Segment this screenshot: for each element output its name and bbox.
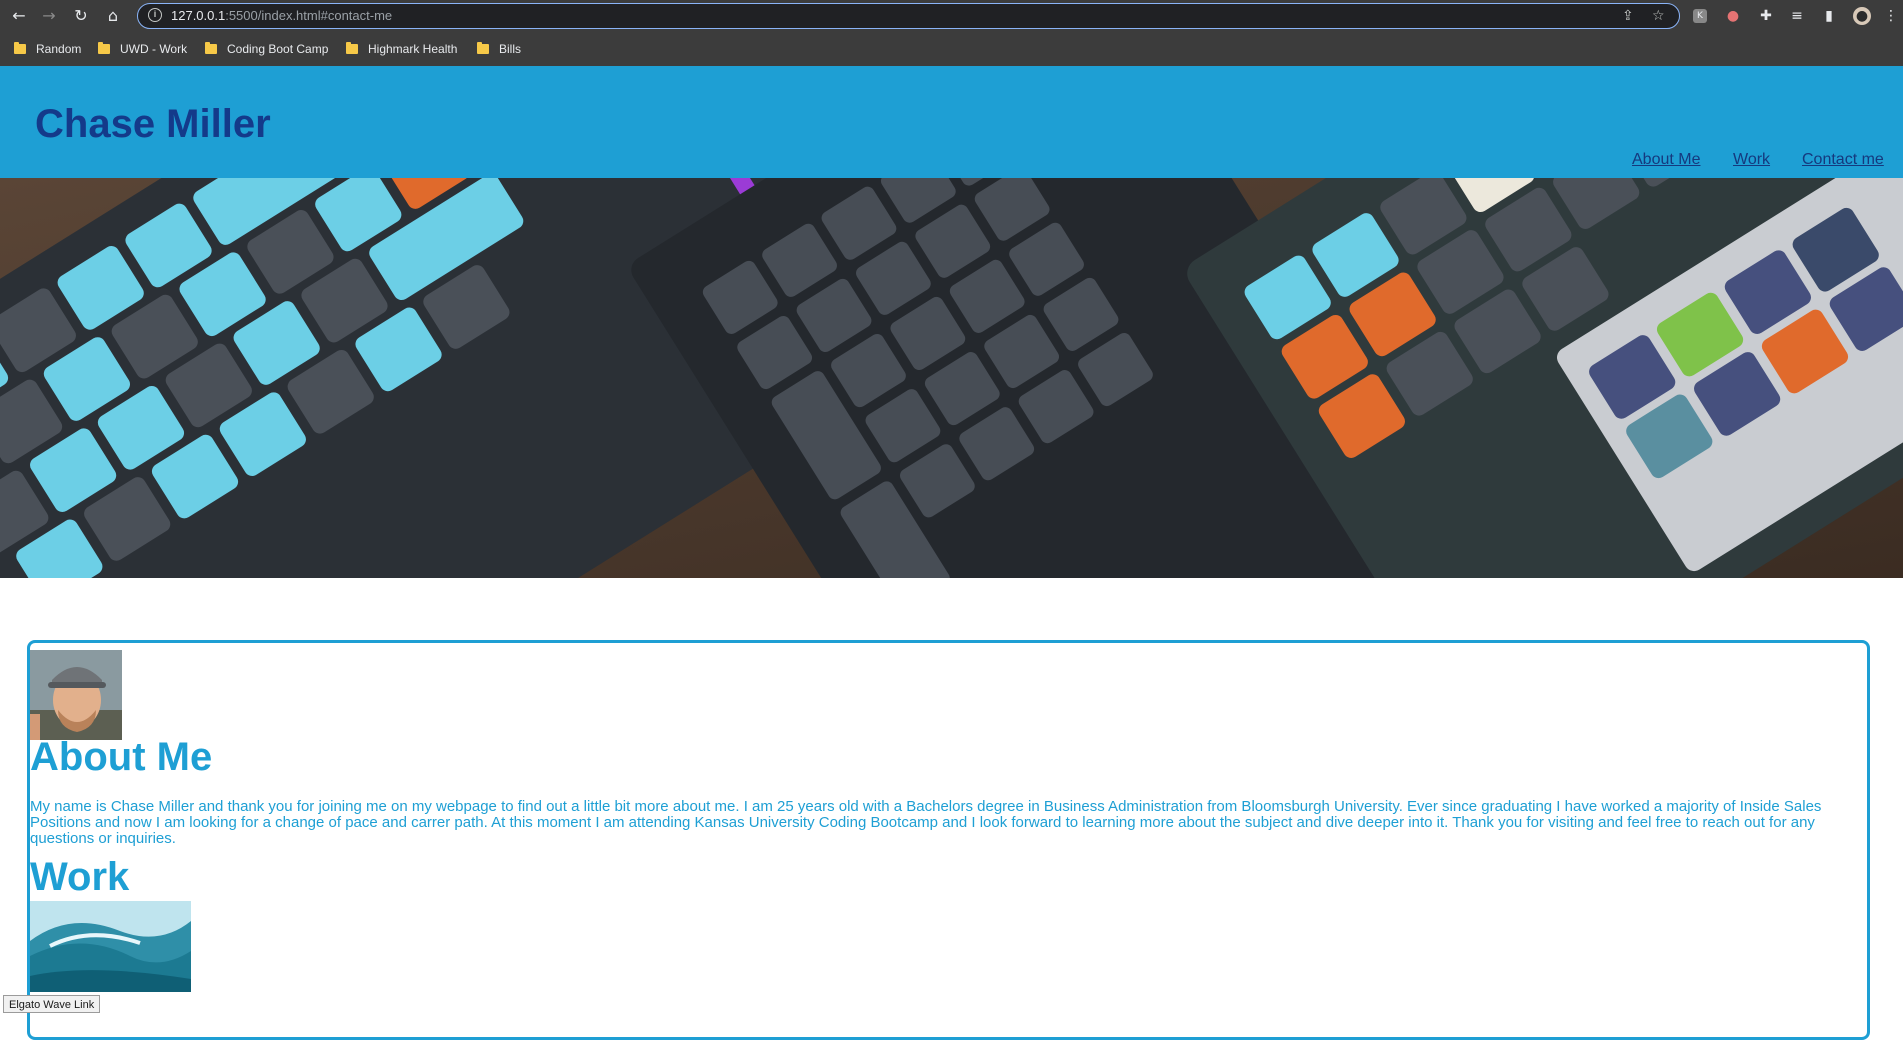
home-icon[interactable]: ⌂: [102, 5, 124, 27]
folder-icon: [14, 42, 26, 54]
browser-toolbar: ← → ↻ ⌂ i 127.0.0.1:5500/index.html#cont…: [0, 0, 1903, 32]
folder-icon: [98, 42, 110, 54]
bookmark-label: UWD - Work: [120, 42, 188, 56]
status-bar-link-preview: Elgato Wave Link: [3, 995, 101, 1013]
profile-photo-illustration: [30, 650, 122, 740]
url-host: 127.0.0.1: [171, 8, 226, 23]
extension-record-icon[interactable]: ●: [1724, 7, 1742, 25]
bookmarks-bar: Random UWD - Work Coding Boot Camp Highm…: [0, 32, 1903, 66]
folder-icon: [346, 42, 358, 54]
profile-avatar-icon[interactable]: ●: [1853, 7, 1871, 25]
site-title: Chase Miller: [35, 102, 271, 146]
bookmark-star-icon[interactable]: ☆: [1652, 8, 1665, 24]
work-heading: Work: [30, 855, 130, 899]
reload-icon[interactable]: ↻: [70, 5, 92, 27]
site-info-icon[interactable]: i: [148, 8, 162, 22]
forward-arrow-icon[interactable]: →: [38, 5, 60, 27]
nav-link-contact-me[interactable]: Contact me: [1802, 151, 1884, 169]
back-arrow-icon[interactable]: ←: [8, 5, 30, 27]
menu-kebab-icon[interactable]: ⋮: [1882, 7, 1900, 25]
address-bar[interactable]: i 127.0.0.1:5500/index.html#contact-me ⇪…: [137, 3, 1680, 29]
url-path: :5500/index.html#contact-me: [225, 8, 393, 23]
extension-k-icon[interactable]: K: [1693, 9, 1707, 23]
nav-link-about-me[interactable]: About Me: [1632, 151, 1700, 169]
bookmark-label: Bills: [499, 42, 522, 56]
address-url[interactable]: 127.0.0.1:5500/index.html#contact-me: [171, 8, 392, 23]
bookmark-label: Coding Boot Camp: [227, 42, 329, 56]
profile-photo: [30, 650, 122, 740]
bookmark-bills[interactable]: Bills: [477, 40, 521, 58]
work-item-image[interactable]: [30, 901, 191, 992]
about-me-text: My name is Chase Miller and thank you fo…: [30, 798, 1822, 847]
content-section: About Me My name is Chase Miller and tha…: [27, 640, 1870, 1040]
media-queue-icon[interactable]: ≡: [1788, 7, 1806, 25]
nav-link-work[interactable]: Work: [1733, 151, 1770, 169]
bookmark-random[interactable]: Random: [14, 40, 81, 58]
browser-chrome: ← → ↻ ⌂ i 127.0.0.1:5500/index.html#cont…: [0, 0, 1903, 66]
keyboard-illustration: [0, 178, 1903, 578]
folder-icon: [205, 42, 217, 54]
site-header: Chase Miller About Me Work Contact me: [0, 66, 1903, 178]
wave-image: [30, 901, 191, 992]
bookmark-coding-boot-camp[interactable]: Coding Boot Camp: [205, 40, 328, 58]
bookmark-label: Highmark Health: [368, 42, 458, 56]
about-me-heading: About Me: [30, 735, 213, 779]
hero-keyboard-image: [0, 178, 1903, 578]
bookmark-highmark-health[interactable]: Highmark Health: [346, 40, 457, 58]
bookmark-uwd-work[interactable]: UWD - Work: [98, 40, 187, 58]
extensions-puzzle-icon[interactable]: ✚: [1757, 7, 1775, 25]
side-panel-icon[interactable]: ▮: [1820, 7, 1838, 25]
share-icon[interactable]: ⇪: [1622, 8, 1634, 24]
bookmark-label: Random: [36, 42, 82, 56]
folder-icon: [477, 42, 489, 54]
